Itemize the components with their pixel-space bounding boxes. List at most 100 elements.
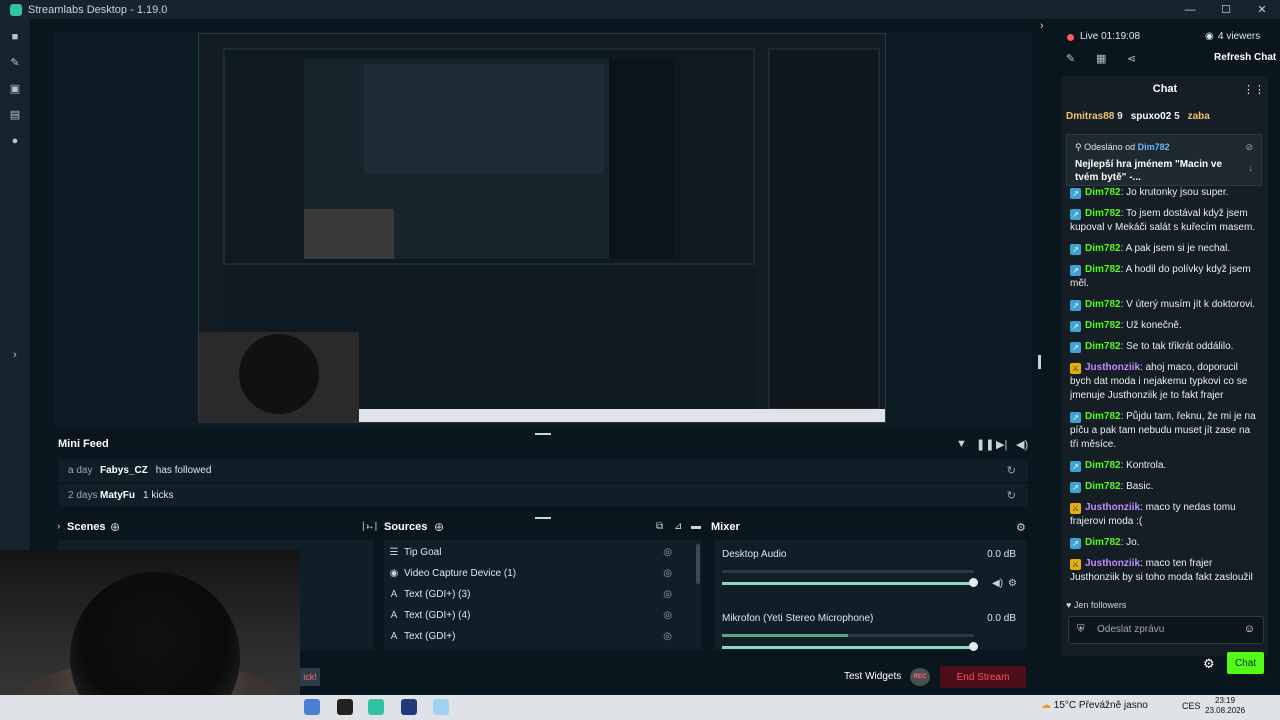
close-button[interactable]: ✕ <box>1244 0 1280 19</box>
mute-icon[interactable]: ◀) <box>992 578 1003 589</box>
chat-message: ↗ Dim782: A pak jsem si je nechal. <box>1070 242 1260 256</box>
sources-chevron-icon[interactable]: › <box>366 521 369 532</box>
skip-icon[interactable]: ▶| <box>996 438 1007 451</box>
system-clock[interactable]: 23:19 23.08.2026 <box>1205 696 1245 716</box>
stream-preview[interactable] <box>198 33 886 423</box>
chat-username[interactable]: Dim782 <box>1085 411 1121 422</box>
unpin-icon[interactable]: ⊘ <box>1245 142 1253 153</box>
collapse-dock-icon[interactable]: |↔| <box>362 521 377 532</box>
visibility-icon[interactable]: ◎ <box>663 589 672 600</box>
chat-text: Jo. <box>1126 537 1140 548</box>
pause-icon[interactable]: ❚❚ <box>976 438 994 451</box>
maximize-button[interactable]: ☐ <box>1208 0 1244 19</box>
studio-icon[interactable]: ■ <box>9 31 21 43</box>
add-scene-icon[interactable]: ⊕ <box>110 520 120 534</box>
source-item[interactable]: ☰ Tip Goal ◎ <box>384 542 702 563</box>
pinned-user: Dim782 <box>1137 142 1170 152</box>
edge-icon[interactable] <box>304 699 320 715</box>
gifter-item[interactable]: Dmitras88 9 <box>1066 111 1123 125</box>
chat-username[interactable]: Dim782 <box>1085 208 1121 219</box>
source-item[interactable]: A Text (GDI+) (4) ◎ <box>384 605 702 626</box>
app-taskbar-icon[interactable] <box>401 699 417 715</box>
gifter-count: 5 <box>1174 111 1180 122</box>
chat-username[interactable]: Dim782 <box>1085 341 1121 352</box>
volume-slider-knob[interactable] <box>969 578 978 587</box>
expand-chevron-icon[interactable]: › <box>9 349 21 361</box>
minimize-button[interactable]: — <box>1172 0 1208 19</box>
channel-settings-gear-icon[interactable]: ⚙ <box>1008 578 1017 589</box>
notes-taskbar-icon[interactable] <box>433 699 449 715</box>
pinned-message[interactable]: ⚲ Odesláno od Dim782 Nejlepší hra jménem… <box>1066 134 1262 186</box>
expand-arrow-icon[interactable]: ↓ <box>1249 163 1254 173</box>
streamlabs-taskbar-icon[interactable] <box>368 699 384 715</box>
chat-username[interactable]: Dim782 <box>1085 264 1121 275</box>
chat-username[interactable]: Dim782 <box>1085 243 1121 254</box>
resize-handle[interactable] <box>1038 355 1041 369</box>
chat-text: Už konečně. <box>1126 320 1182 331</box>
scenes-chevron-icon[interactable]: › <box>57 521 60 532</box>
source-group-icon[interactable]: ⊿ <box>674 521 682 532</box>
record-icon[interactable]: ● <box>9 135 21 147</box>
source-item[interactable]: A Text (GDI+) (3) ◎ <box>384 584 702 605</box>
record-button[interactable]: REC <box>910 668 930 686</box>
chat-username[interactable]: Dim782 <box>1085 299 1121 310</box>
emoji-icon[interactable]: ☺ <box>1244 623 1255 635</box>
chat-username[interactable]: Justhonziik <box>1085 558 1140 569</box>
volume-slider[interactable] <box>722 646 974 649</box>
followers-only-label: ♥ Jen followers <box>1066 600 1126 610</box>
visibility-icon[interactable]: ◎ <box>663 568 672 579</box>
shield-icon: ⛨ <box>1077 624 1085 635</box>
language-indicator[interactable]: CES <box>1182 701 1201 711</box>
minifeed-title: Mini Feed <box>58 438 109 450</box>
layout-icon[interactable]: ▤ <box>9 109 21 121</box>
chat-username[interactable]: Dim782 <box>1085 320 1121 331</box>
source-settings-icon[interactable]: ⧉ <box>656 521 663 532</box>
themes-icon[interactable]: ✎ <box>9 57 21 69</box>
chat-message: ↗ Dim782: Basic. <box>1070 480 1260 494</box>
volume-slider-knob[interactable] <box>969 642 978 651</box>
source-item[interactable]: A Text (GDI+) ◎ <box>384 626 702 647</box>
visibility-icon[interactable]: ◎ <box>663 610 672 621</box>
mixer-settings-gear-icon[interactable]: ⚙ <box>1016 521 1026 534</box>
chat-menu-icon[interactable]: ⋮⋮ <box>1243 83 1265 96</box>
chat-username[interactable]: Dim782 <box>1085 460 1121 471</box>
chat-text: Jo krutonky jsou super. <box>1126 187 1229 198</box>
source-item[interactable]: ◉ Video Capture Device (1) ◎ <box>384 563 702 584</box>
filter-icon[interactable]: ▼ <box>956 438 967 450</box>
visibility-icon[interactable]: ◎ <box>663 547 672 558</box>
chat-username[interactable]: Dim782 <box>1085 537 1121 548</box>
chat-username[interactable]: Dim782 <box>1085 481 1121 492</box>
volume-slider[interactable] <box>722 582 974 585</box>
stream-info-icon[interactable]: ▦ <box>1096 52 1106 65</box>
add-source-icon[interactable]: ⊕ <box>434 520 444 534</box>
collapse-chevron-icon[interactable]: › <box>1040 20 1044 32</box>
chat-input[interactable]: ⛨ Odeslat zprávu ☺ <box>1068 616 1264 644</box>
gifter-item[interactable]: spuxo02 5 <box>1131 111 1180 125</box>
store-icon[interactable]: ▣ <box>9 83 21 95</box>
moderator-badge-icon: ⚔ <box>1070 503 1081 514</box>
share-icon[interactable]: ⋖ <box>1127 52 1136 65</box>
chat-username[interactable]: Dim782 <box>1085 187 1121 198</box>
source-folder-icon[interactable]: ▬ <box>691 521 701 532</box>
end-stream-button[interactable]: End Stream <box>940 666 1026 688</box>
gifter-item[interactable]: zaba <box>1188 111 1210 125</box>
drag-handle[interactable] <box>535 517 551 519</box>
send-chat-button[interactable]: Chat <box>1227 652 1264 674</box>
volume-icon[interactable]: ◀) <box>1016 438 1028 451</box>
chat-username[interactable]: Justhonziik <box>1085 362 1140 373</box>
weather-widget[interactable]: ☁ 15°C Převážně jasno <box>1041 700 1148 711</box>
visibility-icon[interactable]: ◎ <box>663 631 672 642</box>
refresh-chat-button[interactable]: Refresh Chat <box>1214 52 1276 63</box>
replay-icon[interactable]: ↻ <box>1007 489 1016 502</box>
replay-icon[interactable]: ↻ <box>1007 464 1016 477</box>
bot-badge-icon: ↗ <box>1070 244 1081 255</box>
test-widgets-button[interactable]: Test Widgets <box>844 671 901 682</box>
chat-message: ⚔ Justhonziik: ahoj maco, doporucil bych … <box>1070 361 1260 403</box>
edit-icon[interactable]: ✎ <box>1066 52 1075 65</box>
obs-icon[interactable] <box>337 699 353 715</box>
bot-badge-icon: ↗ <box>1070 342 1081 353</box>
chat-settings-gear-icon[interactable]: ⚙ <box>1203 656 1215 672</box>
sources-scrollbar[interactable] <box>696 544 700 584</box>
chat-username[interactable]: Justhonziik <box>1085 502 1140 513</box>
drag-handle[interactable] <box>535 433 551 435</box>
